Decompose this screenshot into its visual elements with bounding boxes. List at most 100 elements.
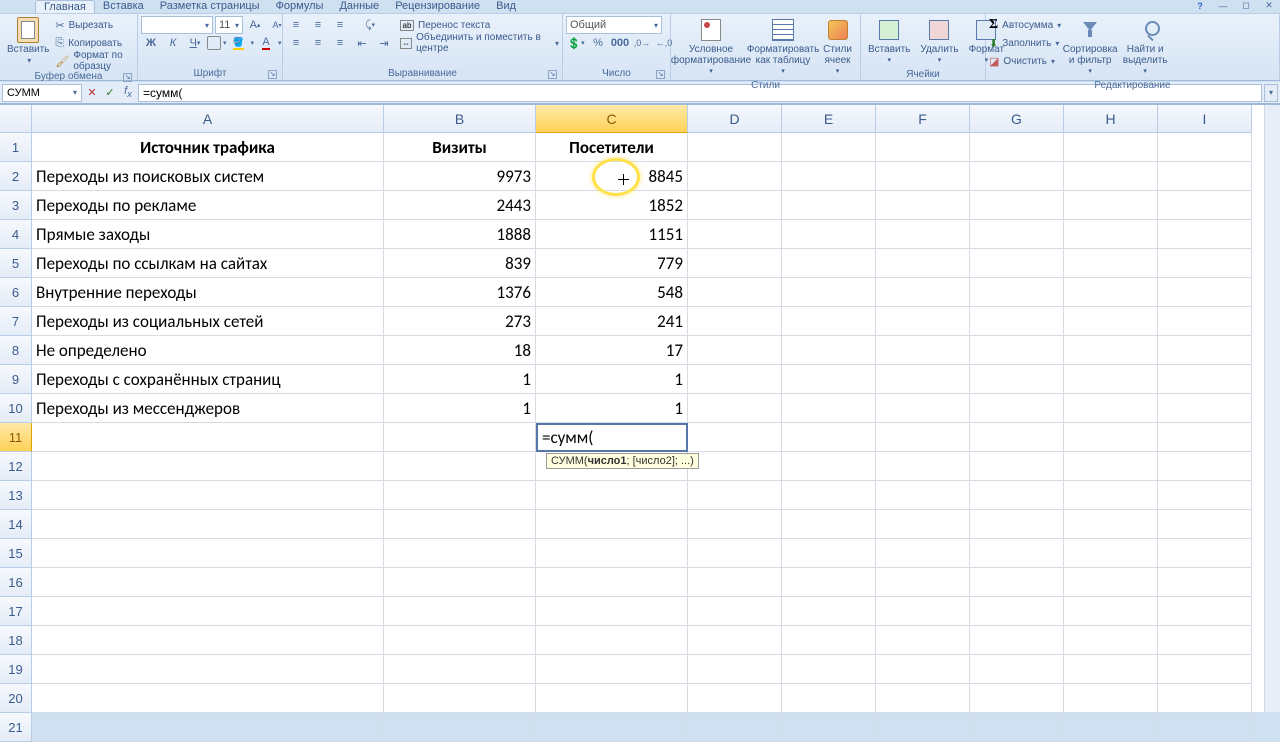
clear-button[interactable]: ◪Очистить <box>989 52 1061 70</box>
insert-cells-button[interactable]: Вставить▾ <box>864 16 914 68</box>
cut-button[interactable]: ✂Вырезать <box>55 16 134 34</box>
column-header-I[interactable]: I <box>1158 105 1252 133</box>
row-header-19[interactable]: 19 <box>0 655 32 684</box>
close-icon[interactable]: ✕ <box>1262 0 1276 11</box>
row-header-16[interactable]: 16 <box>0 568 32 597</box>
indent-increase-button[interactable]: ⇥ <box>374 34 394 52</box>
row-header-8[interactable]: 8 <box>0 336 32 365</box>
tab-data[interactable]: Данные <box>331 0 387 13</box>
row-header-20[interactable]: 20 <box>0 684 32 713</box>
percent-button[interactable]: % <box>588 34 608 52</box>
cell-B4[interactable]: 1888 <box>384 220 536 249</box>
row-header-18[interactable]: 18 <box>0 626 32 655</box>
align-left-button[interactable]: ≡ <box>286 34 306 52</box>
font-family-select[interactable]: ▾ <box>141 16 213 34</box>
row-header-15[interactable]: 15 <box>0 539 32 568</box>
column-header-E[interactable]: E <box>782 105 876 133</box>
align-top-button[interactable]: ≡ <box>286 16 306 34</box>
row-header-21[interactable]: 21 <box>0 713 32 742</box>
select-all-corner[interactable] <box>0 105 32 133</box>
help-icon[interactable]: ? <box>1193 0 1207 11</box>
find-select-button[interactable]: Найти и выделить▾ <box>1119 16 1171 79</box>
row-header-13[interactable]: 13 <box>0 481 32 510</box>
border-button[interactable] <box>207 36 221 50</box>
align-middle-button[interactable]: ≡ <box>308 16 328 34</box>
font-size-select[interactable]: 11▾ <box>215 16 243 34</box>
align-right-button[interactable]: ≡ <box>330 34 350 52</box>
row-header-6[interactable]: 6 <box>0 278 32 307</box>
cell-B3[interactable]: 2443 <box>384 191 536 220</box>
dialog-launcher-icon[interactable]: ↘ <box>123 73 132 82</box>
column-header-A[interactable]: A <box>32 105 384 133</box>
row-header-17[interactable]: 17 <box>0 597 32 626</box>
cell-C9[interactable]: 1 <box>536 365 688 394</box>
row-header-1[interactable]: 1 <box>0 133 32 162</box>
cell-C5[interactable]: 779 <box>536 249 688 278</box>
fill-color-button[interactable]: 🪣 <box>229 34 249 52</box>
fill-button[interactable]: ⬇Заполнить <box>989 34 1061 52</box>
autosum-button[interactable]: ΣАвтосумма <box>989 16 1061 34</box>
row-header-11[interactable]: 11 <box>0 423 32 452</box>
cell-C11[interactable]: =сумм( <box>536 423 688 452</box>
format-painter-button[interactable]: 🖌Формат по образцу <box>55 52 134 70</box>
row-header-5[interactable]: 5 <box>0 249 32 278</box>
cell-C6[interactable]: 548 <box>536 278 688 307</box>
paste-button[interactable]: Вставить <box>3 16 53 68</box>
cell-C7[interactable]: 241 <box>536 307 688 336</box>
column-header-C[interactable]: C <box>536 105 688 133</box>
column-header-F[interactable]: F <box>876 105 970 133</box>
sort-filter-button[interactable]: Сортировка и фильтр▾ <box>1063 16 1117 79</box>
dialog-launcher-icon[interactable]: ↘ <box>548 70 557 79</box>
tab-view[interactable]: Вид <box>488 0 524 13</box>
vertical-scrollbar[interactable] <box>1264 105 1280 712</box>
row-header-12[interactable]: 12 <box>0 452 32 481</box>
cell-B5[interactable]: 839 <box>384 249 536 278</box>
cell-B10[interactable]: 1 <box>384 394 536 423</box>
row-header-14[interactable]: 14 <box>0 510 32 539</box>
restore-icon[interactable]: ◻ <box>1239 0 1253 11</box>
row-header-7[interactable]: 7 <box>0 307 32 336</box>
bold-button[interactable]: Ж <box>141 34 161 52</box>
number-format-select[interactable]: Общий▾ <box>566 16 662 34</box>
column-header-G[interactable]: G <box>970 105 1064 133</box>
row-header-4[interactable]: 4 <box>0 220 32 249</box>
cell-A6[interactable]: Внутренние переходы <box>32 278 384 307</box>
row-header-2[interactable]: 2 <box>0 162 32 191</box>
cancel-formula-button[interactable]: ✕ <box>84 84 100 102</box>
column-header-B[interactable]: B <box>384 105 536 133</box>
fx-button[interactable]: fx <box>120 84 136 102</box>
tab-home[interactable]: Главная <box>35 0 95 13</box>
dialog-launcher-icon[interactable]: ↘ <box>268 70 277 79</box>
indent-decrease-button[interactable]: ⇤ <box>352 34 372 52</box>
cell-A1[interactable]: Источник трафика <box>32 133 384 162</box>
cell-C8[interactable]: 17 <box>536 336 688 365</box>
tab-page-layout[interactable]: Разметка страницы <box>152 0 268 13</box>
cell-B6[interactable]: 1376 <box>384 278 536 307</box>
cell-styles-button[interactable]: Стили ячеек▾ <box>818 16 857 79</box>
cell-C1[interactable]: Посетители <box>536 133 688 162</box>
cell-A7[interactable]: Переходы из социальных сетей <box>32 307 384 336</box>
row-header-10[interactable]: 10 <box>0 394 32 423</box>
cell-A8[interactable]: Не определено <box>32 336 384 365</box>
tab-insert[interactable]: Вставка <box>95 0 152 13</box>
name-box[interactable]: СУММ▾ <box>2 84 82 102</box>
comma-button[interactable]: 000 <box>610 34 630 52</box>
orientation-button[interactable]: ⤹▾ <box>360 16 380 34</box>
currency-button[interactable]: 💲▾ <box>566 34 586 52</box>
cell-A2[interactable]: Переходы из поисковых систем <box>32 162 384 191</box>
align-bottom-button[interactable]: ≡ <box>330 16 350 34</box>
column-header-D[interactable]: D <box>688 105 782 133</box>
format-as-table-button[interactable]: Форматировать как таблицу▾ <box>750 16 816 79</box>
tab-formulas[interactable]: Формулы <box>268 0 332 13</box>
row-header-3[interactable]: 3 <box>0 191 32 220</box>
merge-center-button[interactable]: ⇔Объединить и поместить в центре <box>400 34 559 52</box>
cell-C2[interactable]: 8845 <box>536 162 688 191</box>
cell-A3[interactable]: Переходы по рекламе <box>32 191 384 220</box>
inc-decimal-button[interactable]: ,0→ <box>632 34 652 52</box>
tab-review[interactable]: Рецензирование <box>387 0 488 13</box>
minimize-icon[interactable]: — <box>1216 0 1230 11</box>
cell-A4[interactable]: Прямые заходы <box>32 220 384 249</box>
cell-A9[interactable]: Переходы с сохранённых страниц <box>32 365 384 394</box>
cell-C4[interactable]: 1151 <box>536 220 688 249</box>
cell-C3[interactable]: 1852 <box>536 191 688 220</box>
